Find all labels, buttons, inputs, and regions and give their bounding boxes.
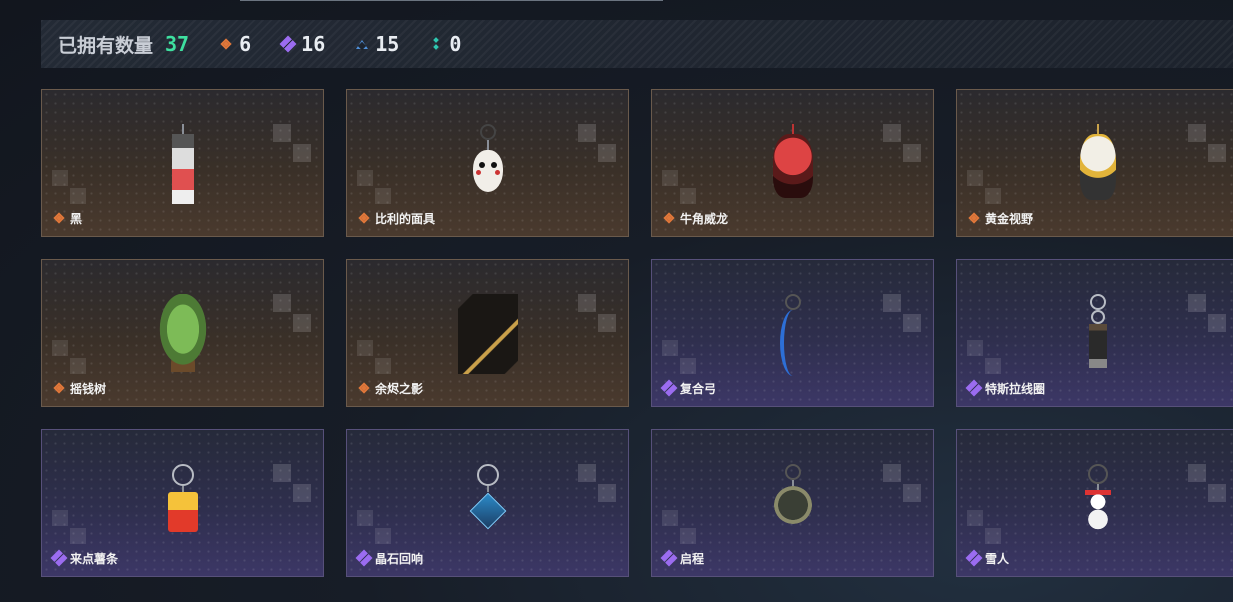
charm-card-fries[interactable]: 来点薯条	[41, 429, 324, 577]
stat-blue-value: 15	[375, 32, 400, 56]
purple-diamond-icon	[662, 381, 676, 395]
red-horned-figure-charm	[772, 124, 813, 198]
charm-card-compound-bow[interactable]: 复合弓	[651, 259, 934, 407]
charm-name: 比利的面具	[375, 212, 436, 226]
stat-teal: 0	[429, 32, 461, 56]
charm-card-money-tree[interactable]: 摇钱树	[41, 259, 324, 407]
departure-medal-charm	[773, 464, 812, 524]
charm-name: 来点薯条	[70, 552, 119, 566]
charm-name: 雪人	[985, 552, 1010, 566]
owned-count-value: 37	[165, 32, 190, 56]
charm-card-black[interactable]: 黑	[41, 89, 324, 237]
charm-name: 黄金视野	[985, 212, 1034, 226]
black-white-block-charm	[171, 124, 194, 204]
orange-diamond-icon	[357, 211, 371, 225]
stat-purple-value: 16	[301, 32, 326, 56]
crystal-echo-charm	[469, 464, 506, 530]
stat-orange-value: 6	[239, 32, 252, 56]
purple-diamond-icon	[281, 37, 295, 51]
charm-name: 启程	[680, 552, 705, 566]
purple-diamond-icon	[52, 551, 66, 565]
charm-card-horned-dragon[interactable]: 牛角威龙	[651, 89, 934, 237]
charm-card-departure[interactable]: 启程	[651, 429, 934, 577]
stat-teal-value: 0	[449, 32, 462, 56]
charm-name: 晶石回响	[375, 552, 424, 566]
ownership-summary-bar: 已拥有数量 37 6 16 15 0	[41, 20, 1233, 68]
orange-diamond-icon	[52, 381, 66, 395]
purple-diamond-icon	[662, 551, 676, 565]
charm-name: 特斯拉线圈	[985, 382, 1046, 396]
charm-card-billy-mask[interactable]: 比利的面具	[346, 89, 629, 237]
charm-name: 摇钱树	[70, 382, 107, 396]
charm-card-ember-shadow[interactable]: 余烬之影	[346, 259, 629, 407]
owned-count-label: 已拥有数量	[58, 34, 154, 57]
charm-card-golden-vision[interactable]: 黄金视野	[956, 89, 1233, 237]
blue-triangle-icon	[355, 37, 369, 51]
compound-bow-charm	[779, 294, 806, 376]
purple-diamond-icon	[967, 551, 981, 565]
stat-purple: 16	[281, 32, 325, 56]
charm-card-tesla-coil[interactable]: 特斯拉线圈	[956, 259, 1233, 407]
snowman-charm	[1084, 464, 1111, 532]
teal-dots-icon	[429, 37, 443, 51]
top-divider	[240, 0, 663, 1]
golden-vision-figure-charm	[1079, 124, 1116, 200]
charm-card-crystal-echo[interactable]: 晶石回响	[346, 429, 629, 577]
charm-name: 余烬之影	[375, 382, 424, 396]
money-tree-charm	[154, 294, 211, 372]
tesla-coil-charm	[1088, 294, 1107, 368]
orange-diamond-icon	[967, 211, 981, 225]
orange-diamond-icon	[219, 37, 233, 51]
orange-diamond-icon	[52, 211, 66, 225]
stat-orange: 6	[219, 32, 251, 56]
stat-blue: 15	[355, 32, 399, 56]
orange-diamond-icon	[357, 381, 371, 395]
charm-card-snowman[interactable]: 雪人	[956, 429, 1233, 577]
charm-name: 复合弓	[680, 382, 717, 396]
charm-name: 黑	[70, 212, 83, 226]
purple-diamond-icon	[357, 551, 371, 565]
billy-mask-charm	[472, 124, 503, 192]
orange-diamond-icon	[662, 211, 676, 225]
purple-diamond-icon	[967, 381, 981, 395]
charm-name: 牛角威龙	[680, 212, 729, 226]
fries-charm	[167, 464, 198, 532]
ember-shadow-charm	[457, 294, 518, 374]
